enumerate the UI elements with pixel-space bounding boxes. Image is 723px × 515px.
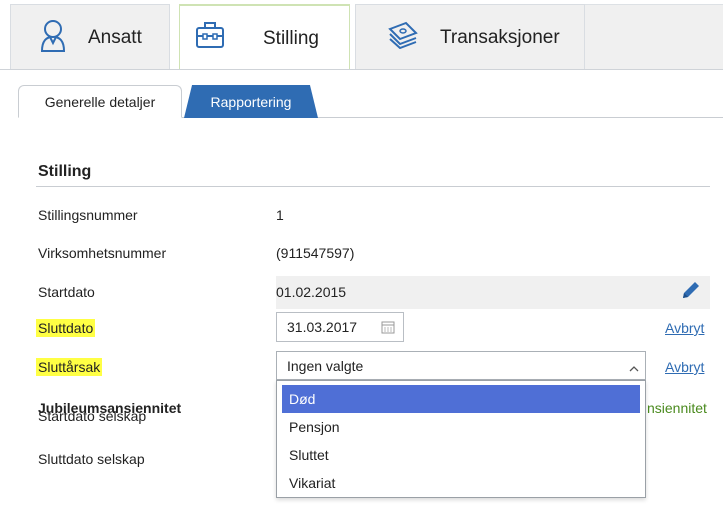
option-vikariat[interactable]: Vikariat bbox=[282, 469, 640, 497]
jubileum-link-partial[interactable]: nsiennitet bbox=[647, 400, 707, 416]
option-pensjon[interactable]: Pensjon bbox=[282, 413, 640, 441]
sluttdato-value: 31.03.2017 bbox=[287, 319, 358, 335]
tab-generelle-detaljer[interactable]: Generelle detaljer bbox=[18, 85, 182, 118]
calendar-icon[interactable] bbox=[381, 320, 395, 337]
option-dod[interactable]: Død bbox=[282, 385, 640, 413]
value-virksomhetsnummer: (911547597) bbox=[276, 245, 355, 261]
sluttarsak-cancel-link[interactable]: Avbryt bbox=[665, 359, 704, 375]
sluttarsak-highlight: Sluttårsak bbox=[36, 358, 103, 376]
sluttarsak-selected-value: Ingen valgte bbox=[287, 358, 364, 374]
label-virksomhetsnummer: Virksomhetsnummer bbox=[38, 245, 167, 261]
section-title: Stilling bbox=[38, 163, 92, 180]
sluttarsak-select[interactable]: Ingen valgte bbox=[276, 351, 646, 380]
label-sluttdato: Sluttdato bbox=[36, 319, 96, 337]
section-divider bbox=[36, 186, 710, 187]
tab-rapportering[interactable]: Rapportering bbox=[184, 85, 318, 118]
sluttdato-cancel-link[interactable]: Avbryt bbox=[665, 320, 704, 336]
value-stillingsnummer: 1 bbox=[276, 207, 284, 223]
chevron-up-icon bbox=[629, 360, 639, 376]
tab-transaksjoner-label: Transaksjoner bbox=[440, 27, 560, 48]
sluttdato-highlight: Sluttdato bbox=[36, 319, 96, 337]
sluttdato-date-input[interactable]: 31.03.2017 bbox=[276, 312, 404, 342]
person-icon bbox=[39, 19, 67, 59]
option-sluttet[interactable]: Sluttet bbox=[282, 441, 640, 469]
label-stillingsnummer: Stillingsnummer bbox=[38, 207, 138, 223]
label-startdato: Startdato bbox=[38, 284, 95, 300]
tab-ansatt-label: Ansatt bbox=[88, 27, 142, 48]
main-tab-bar: Ansatt Stilling Transaksjoner bbox=[0, 0, 723, 70]
tab-transaksjoner[interactable]: Transaksjoner bbox=[355, 4, 585, 69]
money-stack-icon bbox=[386, 19, 418, 55]
value-startdato: 01.02.2015 bbox=[276, 284, 347, 300]
tab-stilling-label: Stilling bbox=[263, 28, 319, 49]
tab-ansatt[interactable]: Ansatt bbox=[10, 4, 170, 69]
sluttarsak-dropdown-list[interactable]: Død Pensjon Sluttet Vikariat bbox=[276, 380, 646, 498]
edit-pencil-icon[interactable] bbox=[680, 279, 702, 306]
briefcase-icon bbox=[195, 20, 225, 56]
label-sluttarsak: Sluttårsak bbox=[36, 358, 103, 376]
label-startdato-selskap: Startdato selskap bbox=[38, 408, 147, 424]
tab-bar-filler bbox=[584, 4, 723, 70]
tab-stilling[interactable]: Stilling bbox=[179, 4, 350, 70]
tab-bar-divider bbox=[0, 69, 723, 70]
label-sluttdato-selskap: Sluttdato selskap bbox=[38, 451, 145, 467]
